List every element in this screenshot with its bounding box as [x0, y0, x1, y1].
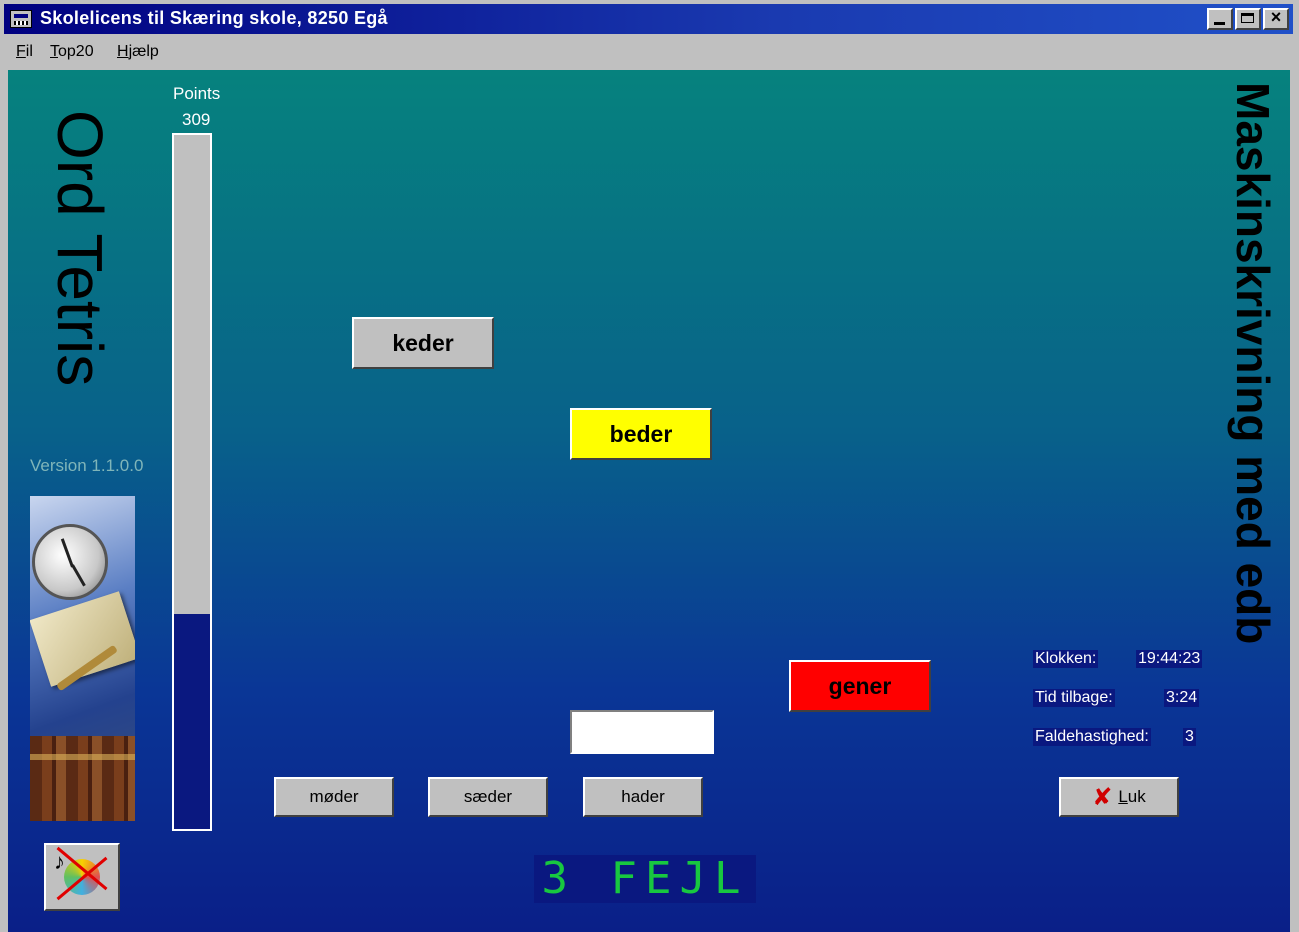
falling-word-block: beder	[570, 408, 712, 460]
menu-fil[interactable]: Fil	[16, 43, 33, 61]
clock-icon	[32, 524, 108, 600]
menu-hjaelp[interactable]: Hjælp	[117, 43, 159, 61]
luk-button[interactable]: ✘ Luk	[1059, 777, 1179, 817]
speed-label: Faldehastighed:	[1033, 728, 1151, 746]
books-icon	[30, 736, 135, 821]
close-window-button[interactable]: ×	[1263, 7, 1289, 30]
clock-value: 19:44:23	[1136, 650, 1203, 668]
time-left-label: Tid tilbage:	[1033, 689, 1115, 707]
close-x-icon: ✘	[1092, 783, 1113, 811]
music-toggle-button[interactable]: ♪	[44, 843, 120, 911]
window-title: Skolelicens til Skæring skole, 8250 Egå	[40, 8, 388, 28]
app-name: Ord Tetris	[44, 110, 116, 387]
points-value: 309	[182, 110, 211, 129]
title-bar[interactable]: Skolelicens til Skæring skole, 8250 Egå …	[4, 4, 1293, 34]
version-label: Version 1.1.0.0	[30, 456, 144, 475]
menu-top20[interactable]: Top20	[50, 43, 94, 61]
maximize-button[interactable]	[1235, 8, 1261, 30]
minimize-icon	[1214, 22, 1225, 25]
game-area: Ord Tetris Version 1.1.0.0 Points 309 ke…	[8, 70, 1290, 932]
speed-value: 3	[1183, 728, 1196, 746]
decorative-photo	[30, 496, 135, 821]
falling-word-block: gener	[789, 660, 931, 712]
menu-bar: Fil Top20 Hjælp	[4, 36, 1293, 68]
choice-button[interactable]: sæder	[428, 777, 548, 817]
falling-word-block: keder	[352, 317, 494, 369]
points-progress-bar	[172, 133, 212, 831]
errors-display: 3 FEJL	[534, 855, 756, 903]
points-progress-fill	[174, 613, 210, 829]
choice-button[interactable]: møder	[274, 777, 394, 817]
points-label: Points	[173, 84, 221, 103]
time-left-value: 3:24	[1164, 689, 1200, 707]
answer-input[interactable]	[570, 710, 714, 754]
maximize-icon	[1241, 13, 1254, 23]
minimize-button[interactable]	[1207, 8, 1233, 30]
close-icon: ×	[1270, 7, 1282, 27]
clock-label: Klokken:	[1033, 650, 1099, 668]
app-window: Skolelicens til Skæring skole, 8250 Egå …	[0, 0, 1299, 932]
choice-button[interactable]: hader	[583, 777, 703, 817]
app-icon[interactable]	[10, 10, 32, 28]
subtitle: Maskinskrivning med edb	[1227, 82, 1279, 645]
